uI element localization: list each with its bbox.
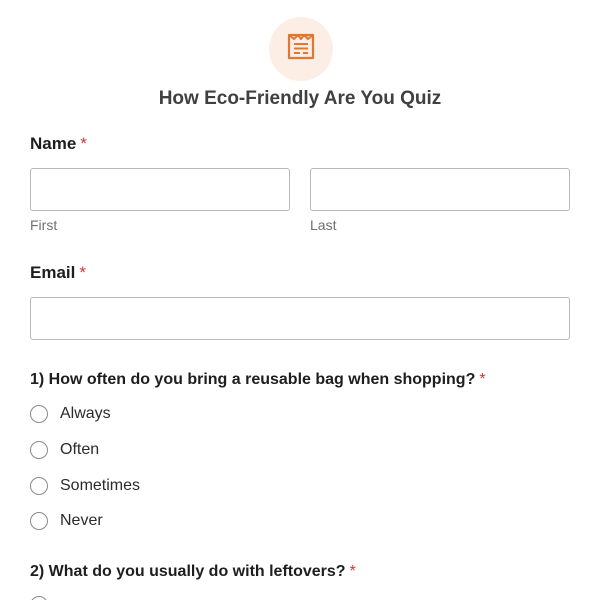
required-marker: * [349,563,356,580]
required-marker: * [79,263,86,282]
question-2-text: 2) What do you usually do with leftovers… [30,563,346,580]
name-field-label: Name * [30,134,87,154]
form-title: How Eco-Friendly Are You Quiz [158,88,442,109]
required-marker: * [479,371,486,388]
radio-button[interactable] [30,512,48,530]
question-1-option-often[interactable]: Often [30,439,99,461]
quiz-form: How Eco-Friendly Are You Quiz Name * Firs… [0,0,600,600]
question-1-label: 1) How often do you bring a reusable bag… [30,371,486,389]
question-2-first-radio[interactable] [30,596,48,600]
required-marker: * [80,134,87,153]
email-field-label: Email * [30,263,86,283]
email-label-text: Email [30,263,76,282]
radio-button[interactable] [30,477,48,495]
option-label: Often [60,441,100,458]
last-name-input[interactable] [310,168,570,211]
question-1-option-always[interactable]: Always [30,403,111,425]
first-name-input[interactable] [30,168,290,211]
form-header-badge [269,17,333,81]
last-name-sublabel: Last [310,217,337,233]
option-label: Always [60,405,111,422]
question-1-text: 1) How often do you bring a reusable bag… [30,371,476,388]
question-2-label: 2) What do you usually do with leftovers… [30,563,356,581]
email-input[interactable] [30,297,570,340]
name-label-text: Name [30,134,77,153]
option-label: Sometimes [60,477,141,494]
question-1-option-never[interactable]: Never [30,510,103,532]
radio-button[interactable] [30,441,48,459]
first-name-sublabel: First [30,217,58,233]
radio-button[interactable] [30,405,48,423]
question-1-option-sometimes[interactable]: Sometimes [30,475,140,497]
form-document-icon [286,32,316,67]
option-label: Never [60,512,103,529]
